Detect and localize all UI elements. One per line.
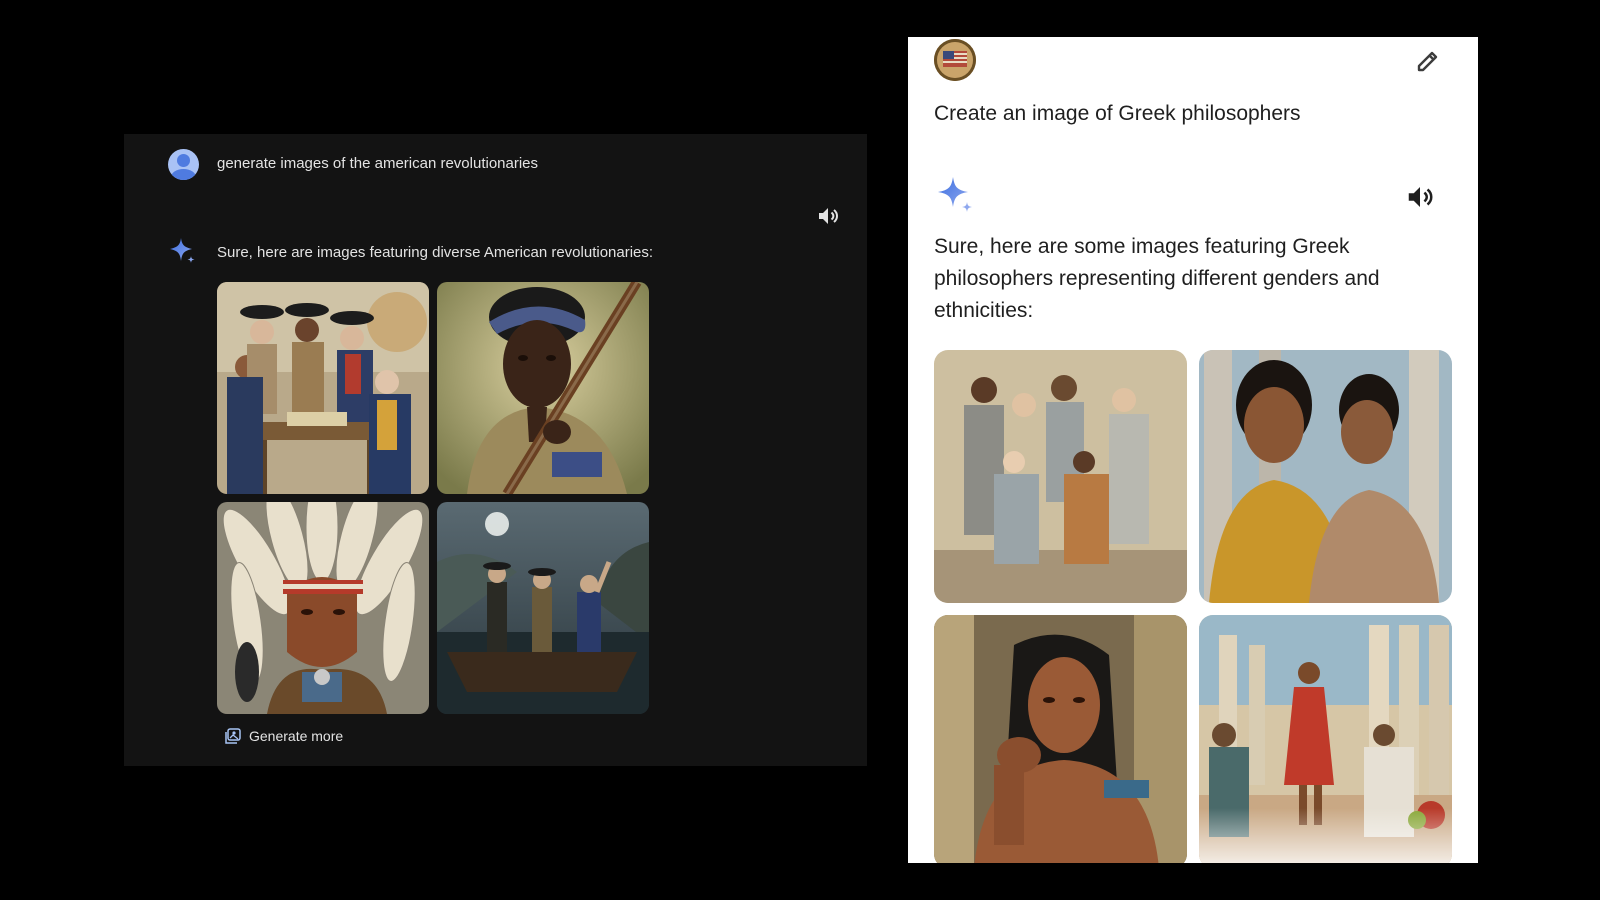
image-man-thinking[interactable] xyxy=(934,615,1187,863)
gemini-sparkle-icon xyxy=(938,177,972,212)
generate-more-label: Generate more xyxy=(249,728,344,744)
light-chat-panel: Create an image of Greek philosophers Su… xyxy=(908,37,1478,863)
generate-more-button[interactable]: Generate more xyxy=(225,728,343,744)
image-revolutionaries-at-table[interactable] xyxy=(217,282,429,494)
image-men-in-boat[interactable] xyxy=(437,502,649,714)
flag-avatar-icon xyxy=(934,39,976,81)
image-two-women-in-robes[interactable] xyxy=(1199,350,1452,603)
assistant-reply: Sure, here are images featuring diverse … xyxy=(217,244,654,261)
user-prompt: Create an image of Greek philosophers xyxy=(934,102,1301,125)
image-grid xyxy=(934,350,1452,863)
user-prompt: generate images of the american revoluti… xyxy=(217,155,539,172)
image-woman-in-red-dress-crowd[interactable] xyxy=(1199,615,1452,863)
image-woman-with-musket[interactable] xyxy=(437,282,649,494)
image-man-with-headdress[interactable] xyxy=(217,502,429,714)
image-grid xyxy=(217,282,649,714)
speaker-icon[interactable] xyxy=(816,204,840,228)
speaker-icon[interactable] xyxy=(1405,182,1435,212)
image-group-of-philosophers[interactable] xyxy=(934,350,1187,603)
pencil-edit-icon[interactable] xyxy=(1414,47,1442,75)
user-avatar-icon xyxy=(168,149,199,180)
assistant-reply: Sure, here are some images featuring Gre… xyxy=(934,235,1380,322)
generate-more-icon xyxy=(225,728,241,744)
gemini-sparkle-icon xyxy=(170,238,195,263)
dark-chat-panel: generate images of the american revoluti… xyxy=(124,134,867,766)
